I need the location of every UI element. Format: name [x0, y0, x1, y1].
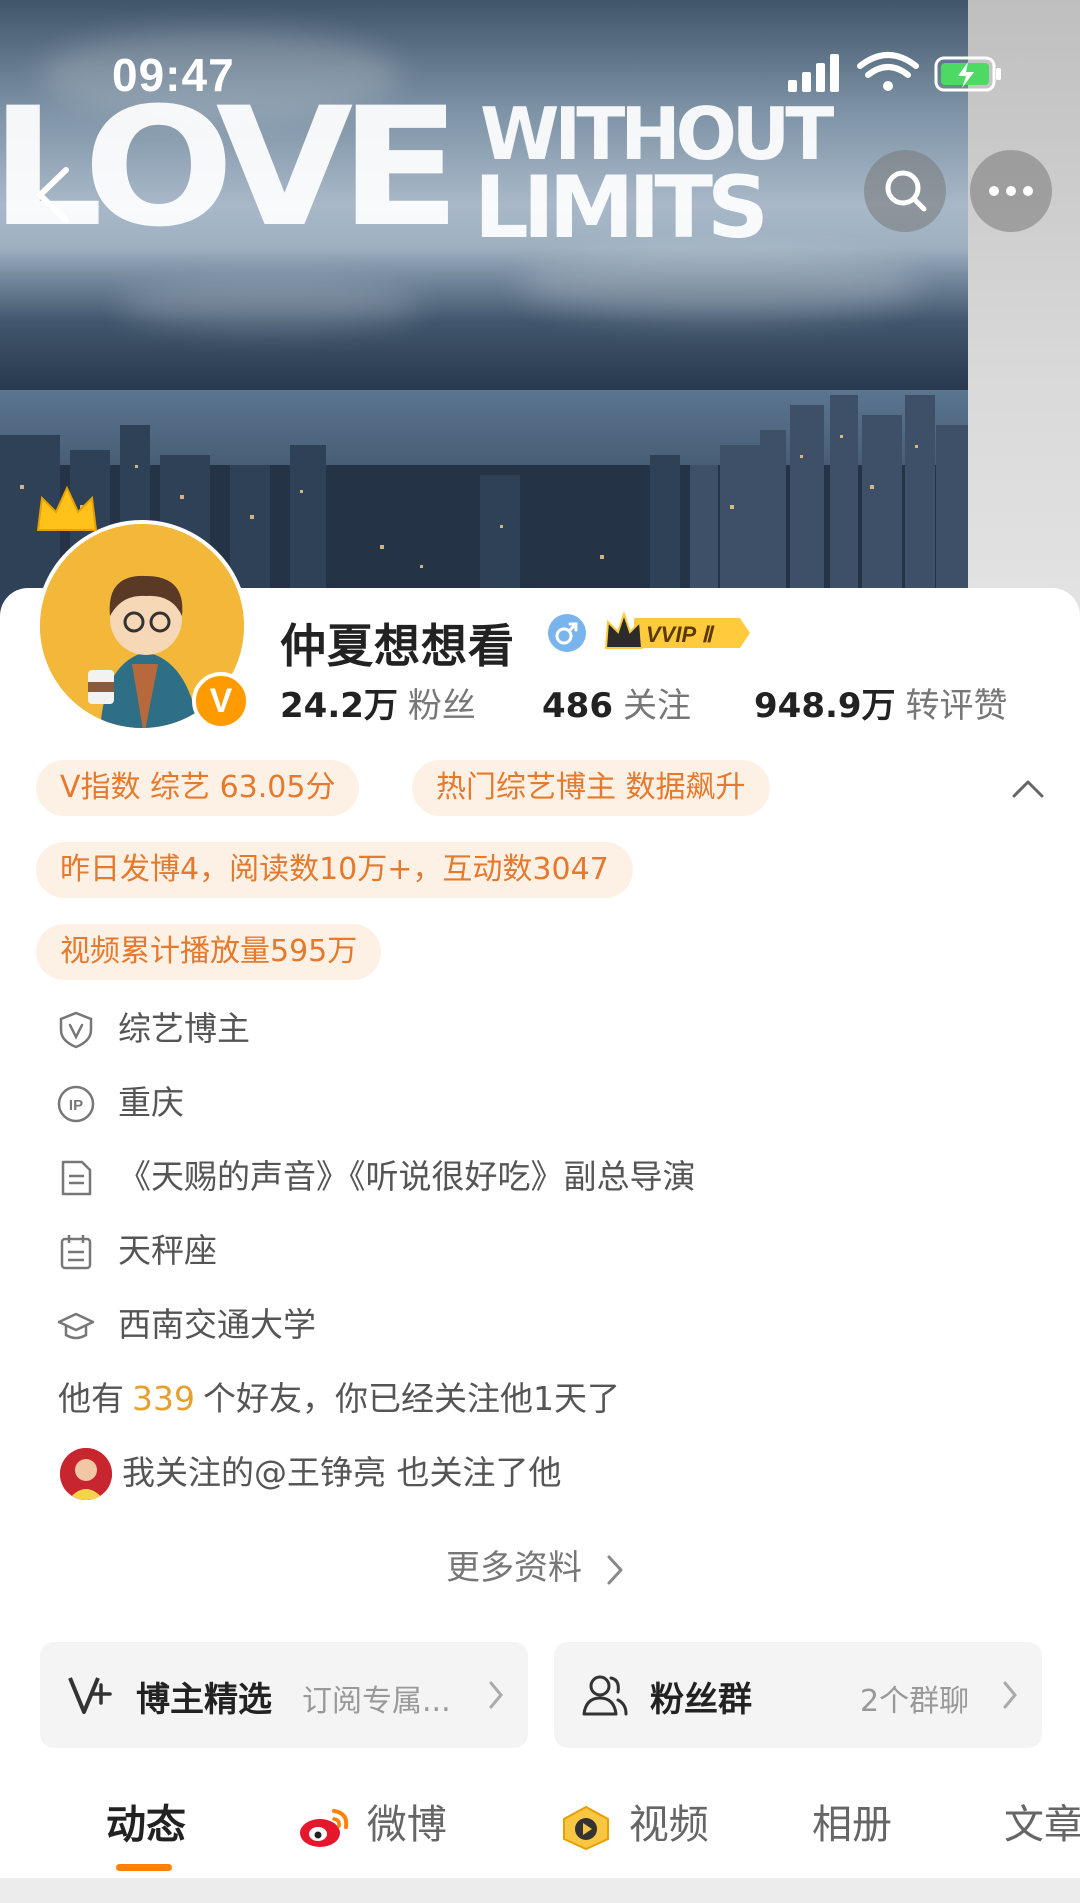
ip-icon: IP — [57, 1085, 95, 1123]
search-icon — [885, 170, 927, 212]
weibo-icon — [300, 1809, 349, 1847]
friends-count[interactable]: 339 — [132, 1379, 195, 1418]
tab-album[interactable]: 相册 — [812, 1792, 892, 1850]
profile-tabs: 动态 微博 视频 相册 文章 — [0, 1778, 1080, 1878]
video-icon — [563, 1805, 609, 1851]
graduation-cap-icon — [57, 1312, 95, 1340]
svg-text:IP: IP — [69, 1097, 83, 1114]
following-stat[interactable]: 486 关注 — [542, 678, 691, 727]
status-icons — [788, 52, 1001, 92]
tag-yesterday-stats[interactable]: 昨日发博4，阅读数10万+，互动数3047 — [36, 842, 633, 898]
battery-icon — [934, 56, 1001, 92]
document-icon — [61, 1160, 92, 1196]
crown-icon — [36, 485, 98, 531]
avatar[interactable]: V — [36, 520, 250, 732]
fan-group-box[interactable]: 粉丝群 2个群聊 — [554, 1642, 1042, 1748]
featured-box[interactable]: 博主精选 订阅专属... — [40, 1642, 528, 1748]
status-time: 09:47 — [112, 49, 235, 101]
profile-name: 仲夏想想看 — [280, 619, 515, 673]
tab-video[interactable]: 视频 — [556, 1792, 709, 1851]
bottom-divider — [0, 1878, 1080, 1903]
chevron-right-icon — [1003, 1681, 1017, 1709]
followers-stat[interactable]: 24.2万 粉丝 — [280, 678, 476, 727]
svg-text:VVIP Ⅱ: VVIP Ⅱ — [646, 622, 715, 647]
verified-badge: V — [192, 672, 250, 730]
chevron-up-icon[interactable] — [1008, 770, 1048, 804]
tab-weibo[interactable]: 微博 — [296, 1792, 447, 1851]
chevron-right-icon — [489, 1681, 503, 1709]
active-tab-indicator — [116, 1864, 172, 1871]
more-options-button[interactable] — [970, 150, 1052, 232]
tag-hot-blogger[interactable]: 热门综艺博主 数据飙升 — [412, 760, 770, 816]
back-button[interactable] — [28, 160, 78, 230]
calendar-icon — [60, 1235, 92, 1270]
shield-v-icon — [59, 1011, 93, 1049]
wifi-icon — [857, 52, 919, 78]
search-button[interactable] — [864, 150, 946, 232]
vvip-badge[interactable]: VVIP Ⅱ — [600, 608, 750, 658]
more-info-link[interactable]: 更多资料 — [446, 1540, 625, 1589]
tag-video-plays[interactable]: 视频累计播放量595万 — [36, 924, 382, 980]
featured-v-icon — [68, 1677, 112, 1714]
signal-icon — [788, 54, 839, 92]
chevron-right-icon — [607, 1555, 623, 1584]
friends-summary[interactable]: 他有 339 个好友，你已经关注他1天了 — [58, 1376, 620, 1422]
fan-group-icon — [582, 1675, 628, 1716]
likes-stat[interactable]: 948.9万 转评赞 — [754, 678, 1008, 727]
mutual-avatar — [60, 1448, 112, 1500]
tag-v-index[interactable]: V指数 综艺 63.05分 — [36, 760, 360, 816]
tab-feed[interactable]: 动态 — [106, 1792, 186, 1850]
tab-articles[interactable]: 文章 — [1004, 1792, 1080, 1850]
banner-title-limits: LIMITS — [474, 158, 769, 258]
ellipsis-icon — [989, 186, 1033, 196]
gender-male-icon — [548, 614, 586, 652]
